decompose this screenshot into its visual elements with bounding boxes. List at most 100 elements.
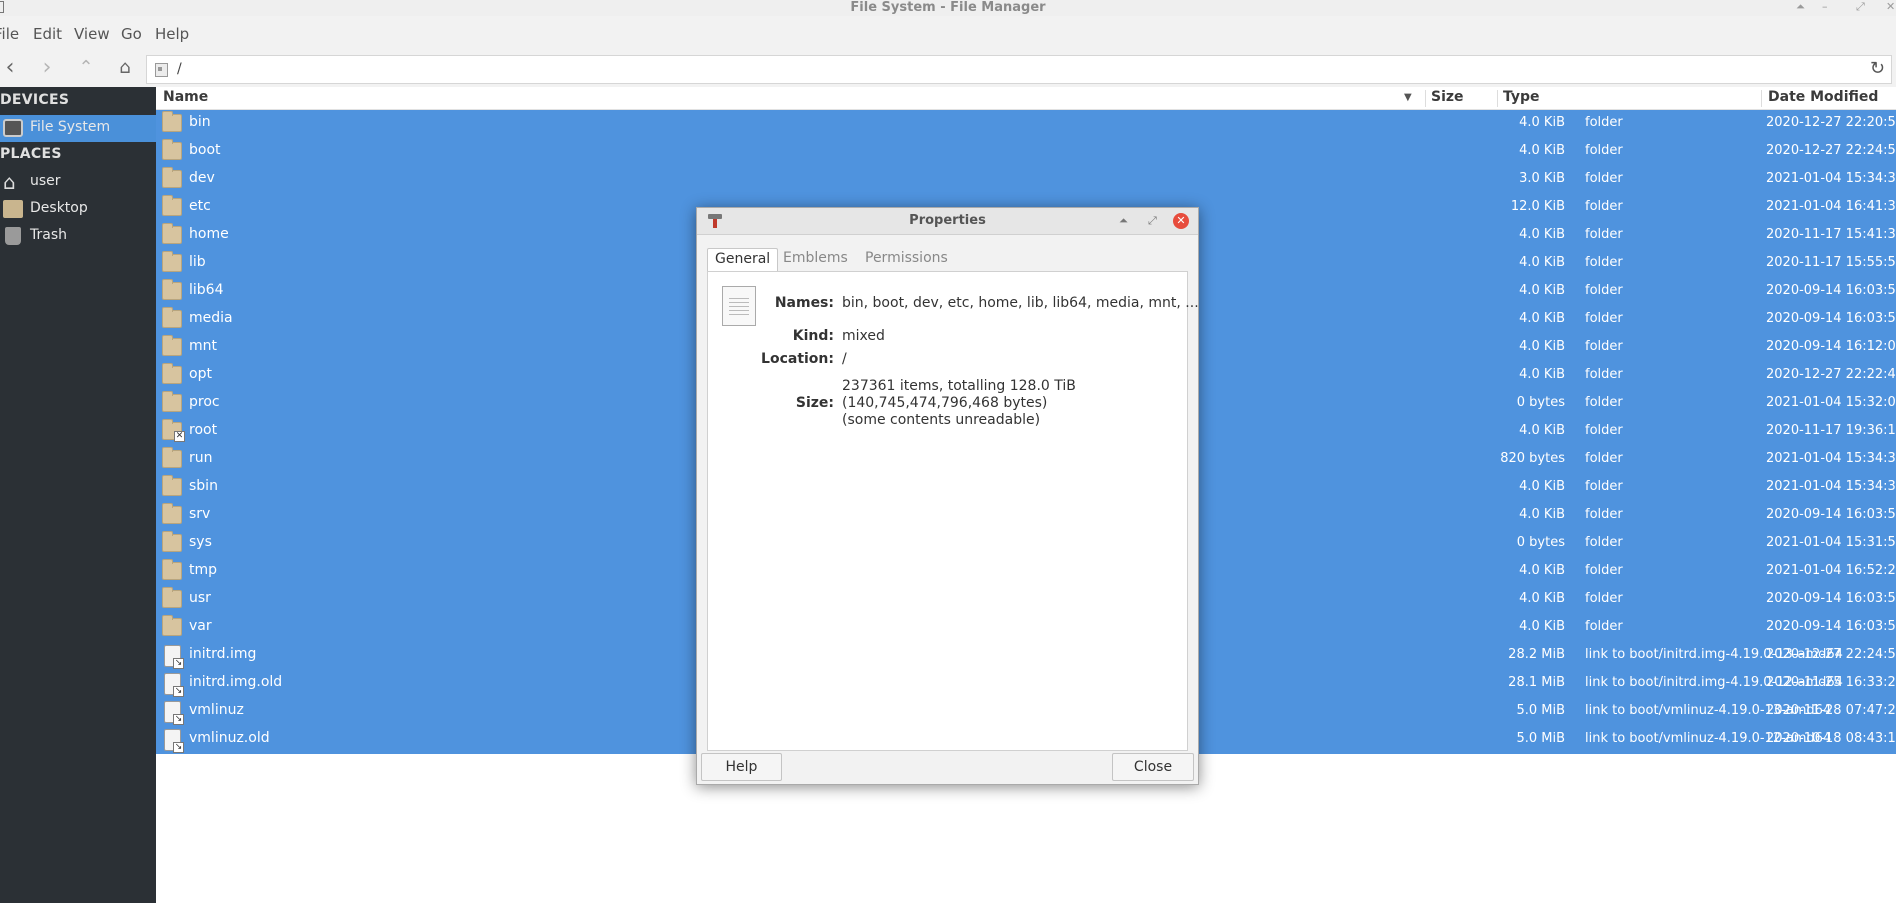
file-type: folder xyxy=(1585,311,1623,326)
close-button[interactable]: Close xyxy=(1112,753,1194,781)
file-name: sys xyxy=(189,534,212,550)
file-name: boot xyxy=(189,142,221,158)
desktop-folder-icon xyxy=(3,200,23,218)
file-name: sbin xyxy=(189,478,218,494)
menu-help[interactable]: Help xyxy=(155,25,189,43)
folder-icon xyxy=(162,279,182,300)
dialog-titlebar: Properties ⏶ ⤢ ✕ xyxy=(697,208,1198,235)
column-header-date-modified[interactable]: Date Modified xyxy=(1768,89,1878,105)
sidebar-item-label: Trash xyxy=(30,227,67,243)
home-icon[interactable]: ⌂ xyxy=(111,56,139,82)
folder-icon xyxy=(162,251,182,272)
tab-general[interactable]: General xyxy=(707,248,779,271)
sidebar-item-file-system[interactable]: File System xyxy=(0,115,156,142)
file-size: 4.0 KiB xyxy=(1519,339,1565,354)
file-type: folder xyxy=(1585,115,1623,130)
file-size: 28.1 MiB xyxy=(1508,675,1565,690)
reload-icon[interactable]: ↻ xyxy=(1870,58,1885,79)
file-type: folder xyxy=(1585,507,1623,522)
maximize-window-icon[interactable]: ⤢ xyxy=(1856,1,1865,13)
file-date-modified: 2021-01-04 16:41:3 xyxy=(1766,199,1896,214)
locked-folder-icon: ✕ xyxy=(162,419,185,442)
tab-permissions[interactable]: Permissions xyxy=(858,248,955,270)
drive-icon xyxy=(3,119,23,137)
file-size: 4.0 KiB xyxy=(1519,115,1565,130)
file-size: 4.0 KiB xyxy=(1519,619,1565,634)
sidebar-item-user[interactable]: ⌂ user xyxy=(0,169,156,196)
sidebar-heading-devices: DEVICES xyxy=(0,92,70,108)
menubar: File Edit View Go Help xyxy=(0,16,1896,52)
column-header-name[interactable]: Name xyxy=(163,89,208,105)
menu-view[interactable]: View xyxy=(74,25,110,43)
shade-dialog-icon[interactable]: ⏶ xyxy=(1119,214,1128,228)
folder-icon xyxy=(162,475,182,496)
file-link-icon: ↘ xyxy=(164,645,184,669)
close-window-icon[interactable]: ✕ xyxy=(1886,1,1895,13)
forward-icon[interactable]: › xyxy=(33,56,61,82)
file-link-icon: ↘ xyxy=(164,701,184,725)
location-bar[interactable]: / ↻ xyxy=(146,55,1892,84)
document-icon xyxy=(722,286,756,326)
window-titlebar: File System - File Manager ⏶ – ⤢ ✕ xyxy=(0,0,1896,16)
file-name: opt xyxy=(189,366,212,382)
table-row[interactable]: dev 3.0 KiB folder 2021-01-04 15:34:3 xyxy=(156,166,1896,194)
kind-value: mixed xyxy=(842,328,885,344)
folder-icon xyxy=(162,391,182,412)
file-date-modified: 2020-12-27 22:24:5 xyxy=(1766,143,1896,158)
file-size: 3.0 KiB xyxy=(1519,171,1565,186)
file-size: 4.0 KiB xyxy=(1519,591,1565,606)
file-date-modified: 2021-01-04 15:34:3 xyxy=(1766,479,1896,494)
file-name: tmp xyxy=(189,562,218,578)
file-date-modified: 2020-11-17 19:36:1 xyxy=(1766,423,1896,438)
file-name: mnt xyxy=(189,338,217,354)
file-date-modified: 2020-09-14 16:03:5 xyxy=(1766,591,1896,606)
sidebar-item-trash[interactable]: Trash xyxy=(0,223,156,250)
sidebar-item-label: user xyxy=(30,173,61,189)
sort-descending-icon[interactable]: ▼ xyxy=(1404,92,1412,103)
window-title: File System - File Manager xyxy=(850,0,1046,15)
help-button[interactable]: Help xyxy=(701,753,782,781)
file-date-modified: 2020-11-25 16:33:2 xyxy=(1766,675,1896,690)
file-type: folder xyxy=(1585,591,1623,606)
folder-icon xyxy=(162,307,182,328)
file-size: 4.0 KiB xyxy=(1519,563,1565,578)
close-dialog-icon[interactable]: ✕ xyxy=(1173,213,1189,229)
file-size: 4.0 KiB xyxy=(1519,143,1565,158)
size-label: Size: xyxy=(795,395,834,411)
menu-edit[interactable]: Edit xyxy=(33,25,62,43)
back-icon[interactable]: ‹ xyxy=(0,56,24,82)
menu-go[interactable]: Go xyxy=(121,25,142,43)
table-row[interactable]: bin 4.0 KiB folder 2020-12-27 22:20:5 xyxy=(156,110,1896,138)
no-access-badge-icon: ✕ xyxy=(174,431,185,442)
file-size: 4.0 KiB xyxy=(1519,227,1565,242)
menu-file[interactable]: File xyxy=(0,25,19,43)
shade-window-icon[interactable]: ⏶ xyxy=(1796,1,1805,13)
folder-icon xyxy=(162,503,182,524)
file-name: initrd.img xyxy=(189,646,257,662)
file-size: 12.0 KiB xyxy=(1510,199,1565,214)
sidebar-item-desktop[interactable]: Desktop xyxy=(0,196,156,223)
file-date-modified: 2020-09-14 16:03:5 xyxy=(1766,311,1896,326)
folder-icon xyxy=(162,223,182,244)
kind-label: Kind: xyxy=(792,328,834,344)
file-type: folder xyxy=(1585,171,1623,186)
minimize-window-icon[interactable]: – xyxy=(1822,1,1828,13)
file-date-modified: 2020-09-14 16:12:0 xyxy=(1766,339,1896,354)
column-header-type[interactable]: Type xyxy=(1503,89,1540,105)
file-name: bin xyxy=(189,114,211,130)
tab-emblems[interactable]: Emblems xyxy=(776,248,855,270)
file-type: folder xyxy=(1585,283,1623,298)
folder-icon xyxy=(162,531,182,552)
file-name: dev xyxy=(189,170,215,186)
sidebar: DEVICES File System PLACES ⌂ user Deskto… xyxy=(0,87,156,903)
file-type: folder xyxy=(1585,143,1623,158)
up-icon[interactable]: ⌃ xyxy=(72,56,100,82)
file-date-modified: 2020-11-28 07:47:2 xyxy=(1766,703,1896,718)
trash-icon xyxy=(5,227,21,245)
column-header-size[interactable]: Size xyxy=(1431,89,1464,105)
location-path[interactable]: / xyxy=(177,61,182,77)
file-name: lib64 xyxy=(189,282,224,298)
folder-icon xyxy=(162,335,182,356)
maximize-dialog-icon[interactable]: ⤢ xyxy=(1148,214,1157,228)
table-row[interactable]: boot 4.0 KiB folder 2020-12-27 22:24:5 xyxy=(156,138,1896,166)
